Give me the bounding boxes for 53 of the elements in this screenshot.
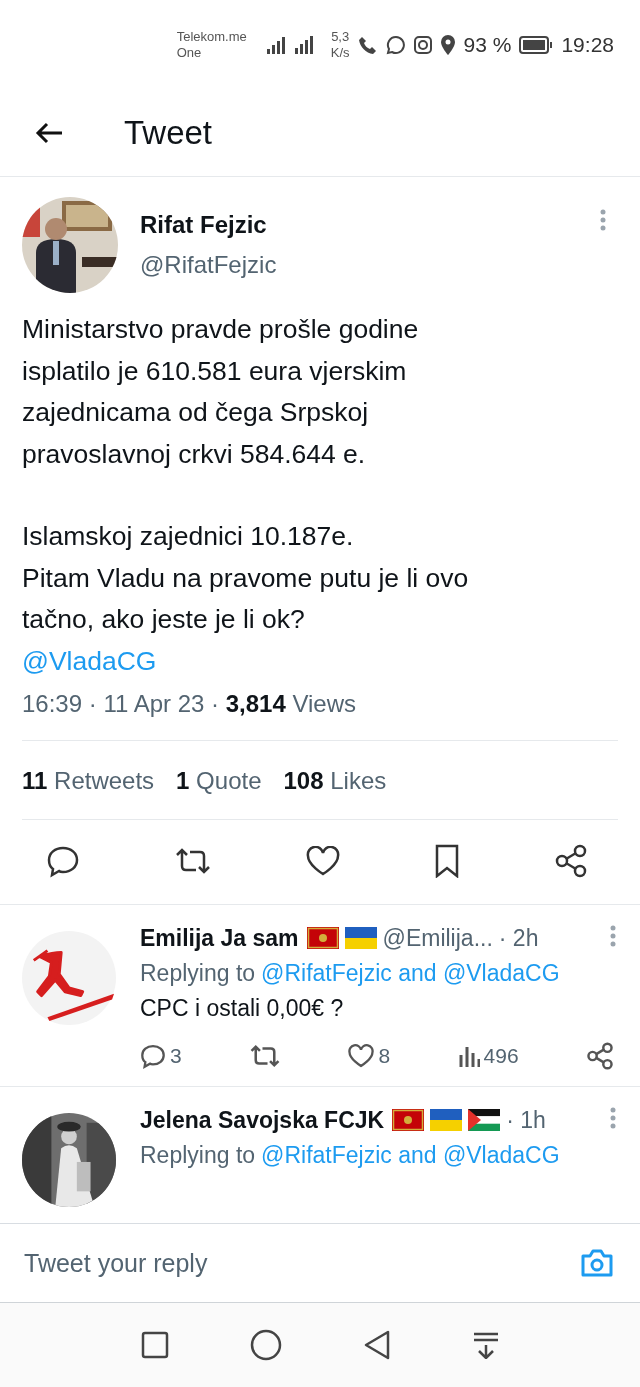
back-triangle-icon[interactable]: [362, 1330, 391, 1360]
share-icon[interactable]: [554, 843, 588, 878]
flag-icon: [306, 927, 339, 949]
flag-icon: [430, 1109, 463, 1131]
page-title: Tweet: [124, 114, 213, 152]
phone-icon: [357, 35, 378, 55]
reply-time: · 2h: [498, 924, 539, 952]
reply-text: CPC i ostali 0,00€ ?: [140, 994, 345, 1022]
replying-to-label: Replying to: [140, 959, 256, 987]
reply-author-name[interactable]: Jelena Savojska FCJK: [140, 1106, 385, 1134]
engagement-count[interactable]: 108 Likes: [283, 766, 387, 795]
comment-icon: [140, 1042, 166, 1069]
recents-button-icon[interactable]: [140, 1331, 169, 1359]
reply-author-name[interactable]: Emilija Ja sam: [140, 924, 299, 952]
flag-icon: [344, 927, 377, 949]
battery-percent: 93 %: [463, 33, 512, 57]
flag-icon: [468, 1109, 501, 1131]
notification-drawer-icon[interactable]: [471, 1331, 500, 1359]
network-speed-unit: K/s: [330, 45, 350, 61]
author-handle[interactable]: @RifatFejzic: [140, 251, 277, 279]
retweet-icon[interactable]: [249, 1042, 282, 1069]
tweet-meta: 16:39 · 11 Apr 23 · 3,814 Views: [22, 689, 618, 741]
reply-input-field[interactable]: Tweet your reply: [22, 1247, 580, 1279]
like-button[interactable]: 8: [348, 1043, 391, 1068]
chat-bubble-icon: [385, 35, 406, 55]
reply-author-handle[interactable]: @Emilija...: [382, 924, 493, 952]
network-speed: 5,3: [330, 29, 350, 45]
views-button[interactable]: 496: [457, 1043, 519, 1068]
reply-button[interactable]: 3: [140, 1042, 182, 1069]
like-icon[interactable]: [306, 845, 340, 876]
home-button-icon[interactable]: [249, 1329, 282, 1361]
clock: 19:28: [561, 33, 614, 57]
camera-icon: [413, 36, 432, 54]
engagement-count[interactable]: 11 Retweets: [22, 766, 155, 795]
replying-to-label: Replying to: [140, 1141, 256, 1169]
author-name[interactable]: Rifat Fejzic: [140, 211, 277, 239]
camera-icon[interactable]: [580, 1248, 614, 1278]
like-icon: [348, 1043, 375, 1068]
back-arrow-icon: [34, 121, 64, 145]
share-icon[interactable]: [586, 1041, 614, 1070]
bar-chart-icon: [457, 1044, 480, 1067]
bookmark-icon[interactable]: [434, 843, 460, 878]
engagement-count[interactable]: 1 Quote: [176, 766, 262, 795]
tweet-text: Islamskoj zajednici 10.187e. Pitam Vladu na pravome putu je li ovo tačno, ako jeste je li ok?: [22, 520, 470, 636]
tweet-text: Ministarstvo pravde prošle godine isplatilo je 610.581 eura vjerskim zajednicama od čega Srpskoj pravoslavnoj crkvi 584.644 e.: [22, 313, 420, 471]
flag-icon: [392, 1109, 425, 1131]
battery-icon: [519, 36, 554, 54]
carrier-name: One: [176, 45, 203, 61]
avatar-logo[interactable]: [22, 930, 116, 1025]
location-pin-icon: [439, 35, 456, 55]
carrier-name: Telekom.me: [176, 29, 247, 45]
back-button[interactable]: [34, 121, 64, 145]
reply-time: · 1h: [506, 1106, 546, 1134]
